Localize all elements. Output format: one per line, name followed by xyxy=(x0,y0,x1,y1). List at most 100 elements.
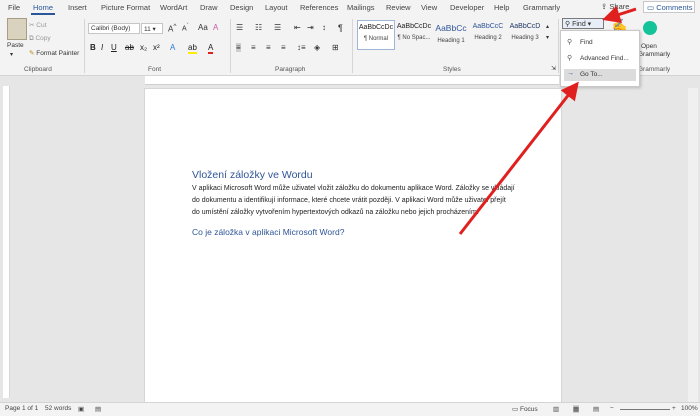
paragraph-line[interactable]: V aplikaci Microsoft Word může uživatel … xyxy=(192,185,515,192)
vertical-scrollbar[interactable] xyxy=(688,88,698,402)
print-layout-icon[interactable]: ▦ xyxy=(573,405,580,413)
zoom-in-icon[interactable]: + xyxy=(672,405,676,412)
multilevel-list-icon[interactable]: ☰ xyxy=(274,23,281,32)
increase-indent-icon[interactable]: ⇥ xyxy=(307,23,314,32)
decrease-indent-icon[interactable]: ⇤ xyxy=(294,23,301,32)
underline-icon[interactable]: U xyxy=(111,43,117,52)
cut-button[interactable]: ✂ Cut xyxy=(29,21,46,29)
menu-item-find[interactable]: ⚲ Find xyxy=(564,37,636,49)
focus-icon: ▭ xyxy=(512,406,519,413)
text-effects-icon[interactable]: A xyxy=(170,43,175,52)
macro-icon[interactable]: ▤ xyxy=(95,405,101,413)
superscript-icon[interactable]: x² xyxy=(153,43,160,52)
paragraph-group-label: Paragraph xyxy=(275,66,306,73)
zoom-slider[interactable] xyxy=(620,409,670,410)
comments-button[interactable]: ▭ Comments xyxy=(643,1,695,13)
proofing-icon[interactable]: ▣ xyxy=(78,405,84,413)
paste-icon[interactable] xyxy=(7,18,27,40)
open-grammarly-button[interactable]: Open xyxy=(641,43,657,50)
clear-formatting-icon[interactable]: A xyxy=(213,23,218,32)
align-left-icon[interactable]: ≡ xyxy=(236,43,241,52)
justify-icon[interactable]: ≡ xyxy=(281,43,286,52)
style-normal[interactable]: AaBbCcDc ¶ Normal xyxy=(357,20,395,50)
tab-insert[interactable]: Insert xyxy=(68,3,87,12)
zoom-out-icon[interactable]: − xyxy=(610,405,614,412)
tab-help[interactable]: Help xyxy=(494,3,509,12)
show-formatting-icon[interactable]: ¶ xyxy=(338,23,343,33)
highlight-icon[interactable]: ab xyxy=(188,43,197,54)
web-layout-icon[interactable]: ▤ xyxy=(593,405,599,413)
tab-mailings[interactable]: Mailings xyxy=(347,3,375,12)
styles-scroll-up-icon[interactable]: ▴ xyxy=(546,23,549,30)
tab-wordart[interactable]: WordArt xyxy=(160,3,187,12)
document-page[interactable]: Vložení záložky ve Wordu V aplikaci Micr… xyxy=(144,88,562,404)
shading-icon[interactable]: ◈ xyxy=(314,43,320,52)
tab-references[interactable]: References xyxy=(300,3,338,12)
font-size-select[interactable]: 11 ▾ xyxy=(141,23,163,34)
style-heading-1[interactable]: AaBbCc Heading 1 xyxy=(432,20,470,50)
grow-font-icon[interactable]: A^ xyxy=(168,23,176,34)
group-divider xyxy=(84,19,85,73)
menu-item-go-to[interactable]: → Go To... xyxy=(564,69,636,81)
tab-picture-format[interactable]: Picture Format xyxy=(101,3,150,12)
clipboard-group-label: Clipboard xyxy=(24,66,52,73)
paragraph-line[interactable]: do umístění záložky vytvořením hypertext… xyxy=(192,209,479,216)
grammarly-group-label: Grammarly xyxy=(638,66,671,73)
italic-icon[interactable]: I xyxy=(101,43,103,52)
find-button[interactable]: ⚲ Find ▾ xyxy=(562,18,604,29)
document-heading[interactable]: Vložení záložky ve Wordu xyxy=(192,169,313,181)
borders-icon[interactable]: ⊞ xyxy=(332,43,339,52)
font-name-select[interactable]: Calibri (Body) xyxy=(88,23,140,34)
format-painter-button[interactable]: ✎ Format Painter xyxy=(29,49,79,57)
styles-dialog-launcher-icon[interactable]: ⇲ xyxy=(551,65,556,72)
font-group-label: Font xyxy=(148,66,162,73)
grammarly-logo-icon[interactable] xyxy=(643,21,657,35)
bullets-icon[interactable]: ☰ xyxy=(236,23,243,32)
font-color-icon[interactable]: A xyxy=(208,43,214,54)
paragraph-line[interactable]: do dokumentu a identifikují informace, k… xyxy=(192,197,506,204)
paste-button[interactable]: Paste xyxy=(7,42,24,49)
style-heading-3[interactable]: AaBbCcD Heading 3 xyxy=(506,20,544,50)
shrink-font-icon[interactable]: Aˇ xyxy=(182,23,189,32)
tab-home[interactable]: Home xyxy=(33,3,53,12)
tab-review[interactable]: Review xyxy=(386,3,411,12)
word-count[interactable]: 52 words xyxy=(45,405,71,412)
tab-design[interactable]: Design xyxy=(230,3,253,12)
share-button[interactable]: ⇪ Share xyxy=(601,2,629,11)
sort-icon[interactable]: ↕ xyxy=(322,23,326,32)
group-divider xyxy=(230,19,231,73)
style-heading-2[interactable]: AaBbCcC Heading 2 xyxy=(469,20,507,50)
tab-draw[interactable]: Draw xyxy=(200,3,218,12)
menu-item-advanced-find[interactable]: ⚲ Advanced Find... xyxy=(564,53,636,65)
page-count[interactable]: Page 1 of 1 xyxy=(5,405,38,412)
search-icon: ⚲ xyxy=(567,55,573,62)
strikethrough-icon[interactable]: ab xyxy=(125,43,134,52)
read-mode-icon[interactable]: ▥ xyxy=(553,405,559,413)
brush-icon: ✎ xyxy=(29,50,35,57)
chevron-down-icon[interactable]: ▾ xyxy=(10,51,13,58)
line-spacing-icon[interactable]: ↕≡ xyxy=(297,43,306,52)
tab-grammarly[interactable]: Grammarly xyxy=(523,3,560,12)
find-dropdown-menu: ⚲ Find ⚲ Advanced Find... → Go To... xyxy=(560,30,640,87)
zoom-level[interactable]: 100% xyxy=(681,405,698,412)
tab-view[interactable]: View xyxy=(421,3,437,12)
copy-button[interactable]: ⧉ Copy xyxy=(29,35,51,43)
subscript-icon[interactable]: x₂ xyxy=(140,43,147,52)
styles-group-label: Styles xyxy=(443,66,461,73)
style-no-spacing[interactable]: AaBbCcDc ¶ No Spac... xyxy=(395,20,433,50)
tab-developer[interactable]: Developer xyxy=(450,3,484,12)
document-subheading[interactable]: Co je záložka v aplikaci Microsoft Word? xyxy=(192,227,344,237)
align-right-icon[interactable]: ≡ xyxy=(266,43,271,52)
vertical-ruler[interactable] xyxy=(3,86,10,398)
change-case-icon[interactable]: Aa xyxy=(198,23,208,32)
horizontal-ruler[interactable] xyxy=(145,76,559,85)
tab-file[interactable]: File xyxy=(8,3,20,12)
align-center-icon[interactable]: ≡ xyxy=(251,43,256,52)
styles-scroll-down-icon[interactable]: ▾ xyxy=(546,34,549,41)
numbering-icon[interactable]: ☷ xyxy=(255,23,262,32)
bold-icon[interactable]: B xyxy=(90,43,96,52)
open-grammarly-sub: Grammarly xyxy=(638,51,671,58)
tab-layout[interactable]: Layout xyxy=(265,3,288,12)
focus-button[interactable]: ▭ Focus xyxy=(512,405,538,413)
share-icon: ⇪ xyxy=(601,2,608,11)
